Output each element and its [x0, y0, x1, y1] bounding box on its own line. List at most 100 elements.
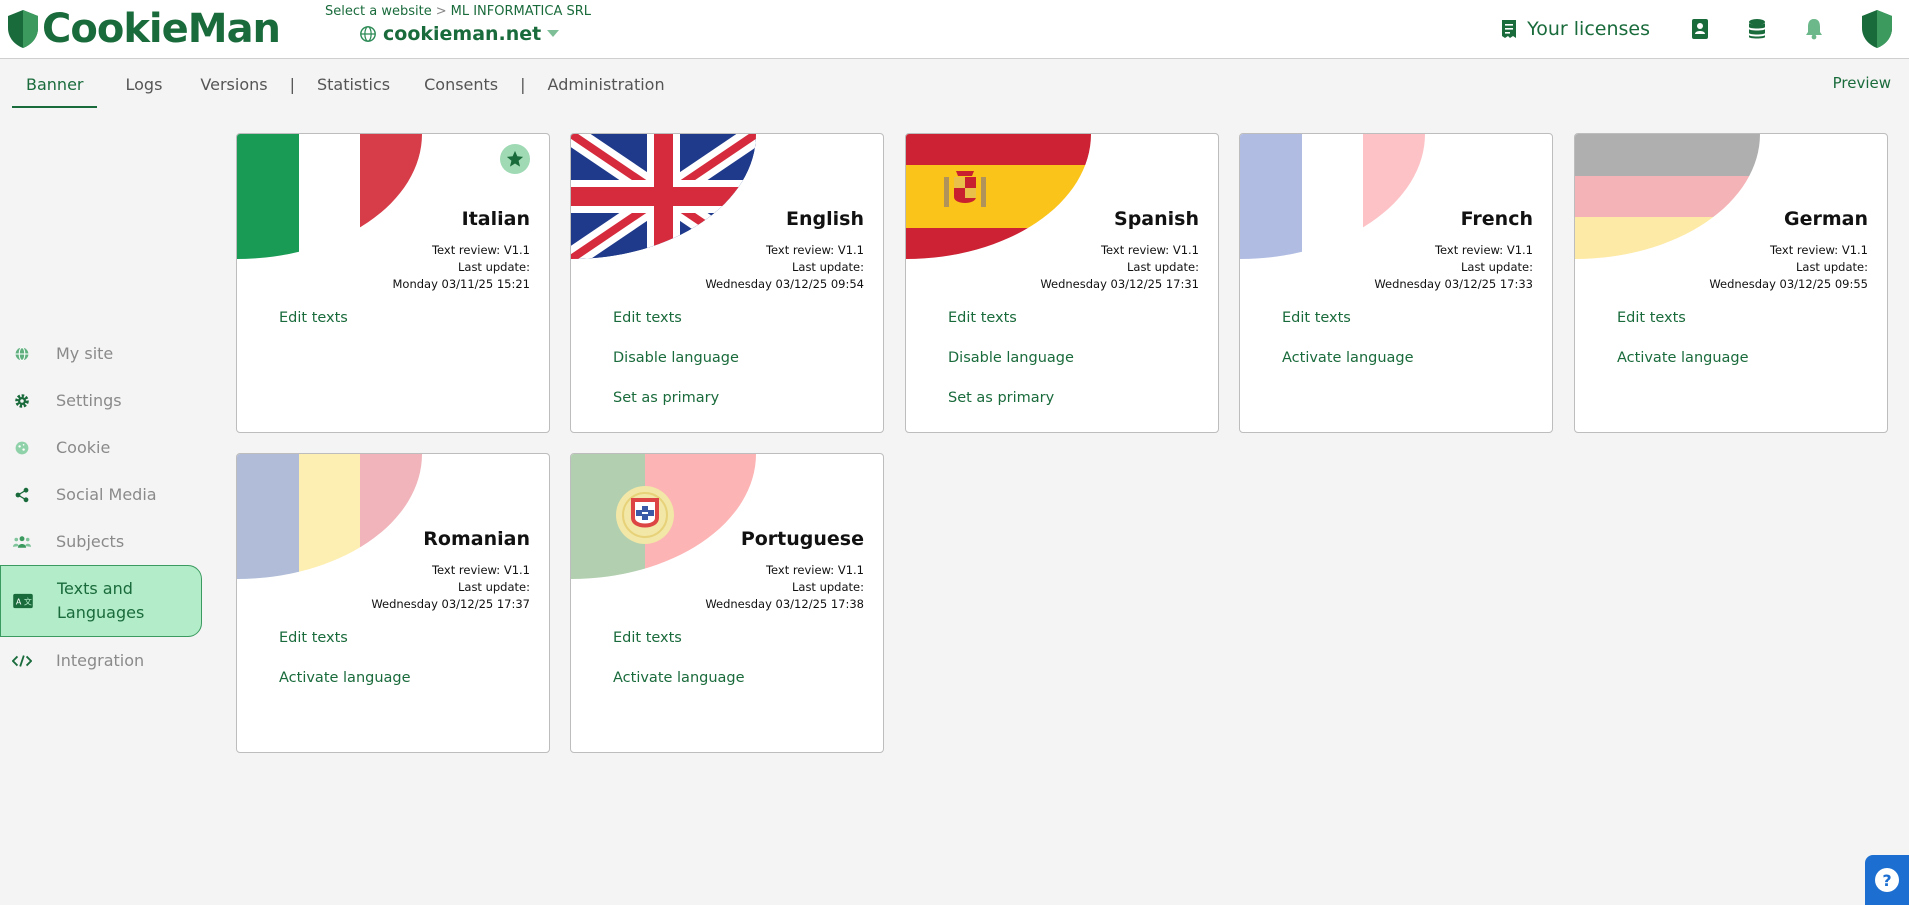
tab-statistics[interactable]: Statistics: [303, 59, 404, 109]
language-actions: Edit texts: [279, 308, 348, 348]
licenses-link[interactable]: Your licenses: [1501, 18, 1650, 40]
language-meta: Text review: V1.1 Last update: Wednesday…: [1374, 242, 1533, 293]
language-card-portuguese: Portuguese Text review: V1.1 Last update…: [570, 453, 884, 753]
site-name: cookieman.net: [383, 23, 542, 45]
sidebar-item-texts-and-languages[interactable]: A文 Texts and Languages: [0, 565, 202, 637]
tab-administration[interactable]: Administration: [534, 59, 679, 109]
sidebar-item-label: Subjects: [56, 532, 125, 551]
star-icon[interactable]: [500, 144, 530, 174]
language-name: Italian: [461, 208, 530, 230]
activate-language-link[interactable]: Activate language: [613, 668, 745, 708]
flag-italy: [237, 134, 422, 259]
shield-logo-icon: [8, 10, 38, 48]
company-name: ML INFORMATICA SRL: [450, 4, 592, 19]
database-button[interactable]: [1743, 15, 1771, 43]
coat-of-arms-icon: [616, 486, 674, 544]
language-meta: Text review: V1.1 Last update: Monday 03…: [392, 242, 530, 293]
language-actions: Edit texts Disable language Set as prima…: [613, 308, 739, 428]
set-primary-link[interactable]: Set as primary: [948, 388, 1074, 428]
language-actions: Edit texts Disable language Set as prima…: [948, 308, 1074, 428]
edit-texts-link[interactable]: Edit texts: [948, 308, 1074, 348]
flag-uk: [571, 134, 756, 259]
sidebar-item-subjects[interactable]: Subjects: [0, 518, 202, 565]
text-review: Text review: V1.1: [431, 563, 530, 577]
tab-banner[interactable]: Banner: [12, 59, 98, 109]
licenses-label: Your licenses: [1527, 18, 1650, 40]
set-primary-link[interactable]: Set as primary: [613, 388, 739, 428]
tab-consents[interactable]: Consents: [410, 59, 512, 109]
address-book-button[interactable]: [1686, 15, 1714, 43]
sidebar-item-integration[interactable]: Integration: [0, 637, 202, 684]
language-name: German: [1784, 208, 1868, 230]
text-review: Text review: V1.1: [1434, 243, 1533, 257]
sidebar-item-social-media[interactable]: Social Media: [0, 471, 202, 518]
logo-text: CookieMan: [42, 6, 281, 52]
last-update-date: Wednesday 03/12/25 17:37: [371, 597, 530, 611]
header-actions: Your licenses: [1501, 0, 1909, 58]
edit-texts-link[interactable]: Edit texts: [613, 628, 745, 668]
site-selector[interactable]: Select a website > ML INFORMATICA SRL co…: [325, 4, 591, 45]
last-update-label: Last update:: [791, 260, 864, 274]
sidebar-item-settings[interactable]: Settings: [0, 377, 202, 424]
globe-icon: [360, 26, 376, 42]
language-meta: Text review: V1.1 Last update: Wednesday…: [1709, 242, 1868, 293]
preview-button[interactable]: Preview: [1833, 74, 1891, 92]
tab-logs[interactable]: Logs: [111, 59, 176, 109]
activate-language-link[interactable]: Activate language: [1617, 348, 1749, 388]
language-card-french: French Text review: V1.1 Last update: We…: [1239, 133, 1553, 433]
receipt-icon: [1502, 20, 1517, 38]
shield-icon: [1862, 10, 1892, 48]
flag-france: [1240, 134, 1425, 259]
gear-icon: [12, 391, 32, 411]
edit-texts-link[interactable]: Edit texts: [1617, 308, 1749, 348]
top-header: CookieMan Select a website > ML INFORMAT…: [0, 0, 1909, 59]
last-update-date: Wednesday 03/12/25 17:38: [705, 597, 864, 611]
sidebar-item-label: Texts and Languages: [57, 579, 145, 622]
sidebar-item-label: Integration: [56, 651, 145, 670]
language-name: Spanish: [1114, 208, 1199, 230]
tab-versions[interactable]: Versions: [186, 59, 281, 109]
disable-language-link[interactable]: Disable language: [613, 348, 739, 388]
site-dropdown[interactable]: cookieman.net: [359, 23, 591, 45]
globe-icon: [12, 344, 32, 364]
last-update-label: Last update:: [1795, 260, 1868, 274]
edit-texts-link[interactable]: Edit texts: [279, 628, 411, 668]
sidebar-item-label: Social Media: [56, 485, 157, 504]
language-card-italian: Italian Text review: V1.1 Last update: M…: [236, 133, 550, 433]
text-review: Text review: V1.1: [765, 563, 864, 577]
flag-romania: [237, 454, 422, 579]
language-meta: Text review: V1.1 Last update: Wednesday…: [705, 242, 864, 293]
sidebar-item-label: Settings: [56, 391, 122, 410]
edit-texts-link[interactable]: Edit texts: [279, 308, 348, 348]
account-button[interactable]: [1857, 8, 1897, 50]
site-prompt: Select a website: [325, 4, 432, 19]
language-actions: Edit texts Activate language: [1617, 308, 1749, 388]
language-card-english: English Text review: V1.1 Last update: W…: [570, 133, 884, 433]
flag-portugal: [571, 454, 756, 579]
database-icon: [1749, 19, 1765, 39]
app-logo[interactable]: CookieMan: [6, 6, 281, 52]
help-button[interactable]: ?: [1865, 855, 1909, 905]
flag-germany: [1575, 134, 1760, 259]
chevron-down-icon: [547, 30, 560, 37]
coat-of-arms-icon: [944, 171, 986, 208]
language-meta: Text review: V1.1 Last update: Wednesday…: [1040, 242, 1199, 293]
disable-language-link[interactable]: Disable language: [948, 348, 1074, 388]
language-actions: Edit texts Activate language: [613, 628, 745, 708]
last-update-date: Wednesday 03/12/25 09:54: [705, 277, 864, 291]
language-actions: Edit texts Activate language: [1282, 308, 1414, 388]
sidebar-item-cookie[interactable]: Cookie: [0, 424, 202, 471]
edit-texts-link[interactable]: Edit texts: [613, 308, 739, 348]
activate-language-link[interactable]: Activate language: [279, 668, 411, 708]
notifications-button[interactable]: [1800, 15, 1828, 43]
language-actions: Edit texts Activate language: [279, 628, 411, 708]
text-review: Text review: V1.1: [765, 243, 864, 257]
language-card-romanian: Romanian Text review: V1.1 Last update: …: [236, 453, 550, 753]
users-icon: [12, 532, 32, 552]
svg-text:A: A: [16, 598, 22, 607]
activate-language-link[interactable]: Activate language: [1282, 348, 1414, 388]
edit-texts-link[interactable]: Edit texts: [1282, 308, 1414, 348]
last-update-label: Last update:: [457, 580, 530, 594]
sidebar-item-my-site[interactable]: My site: [0, 330, 202, 377]
svg-text:文: 文: [24, 597, 32, 607]
